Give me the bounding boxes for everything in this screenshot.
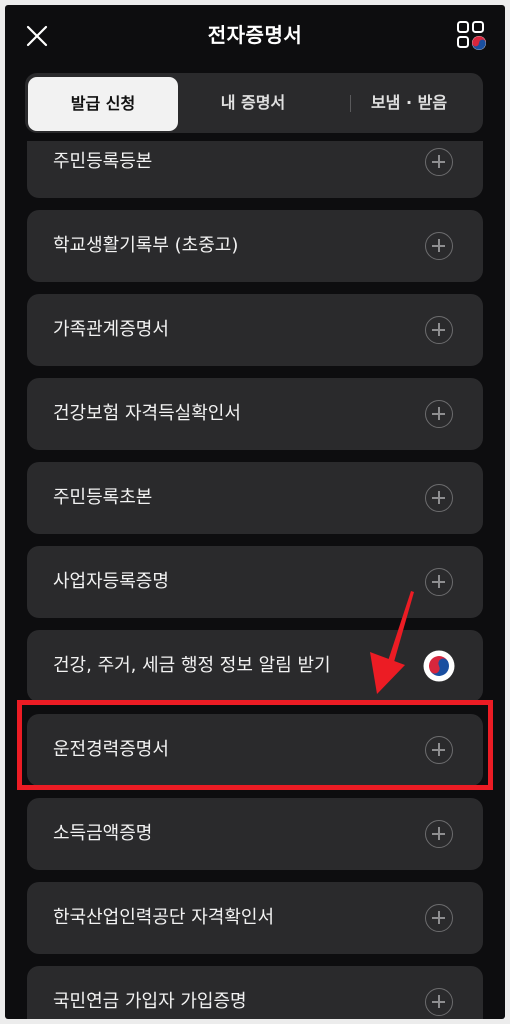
list-item-label: 건강, 주거, 세금 행정 정보 알림 받기 [53, 655, 331, 676]
list-item-label: 학교생활기록부 (초중고) [53, 235, 239, 256]
list-item-label: 건강보험 자격득실확인서 [53, 403, 241, 424]
plus-circle-icon[interactable] [425, 484, 453, 512]
list-item-business-registration[interactable]: 사업자등록증명 [27, 546, 483, 618]
app-screen: 전자증명서 발급 신청 내 증명서 보냄 · 받음 주민등록등본 학교생활기록부… [5, 5, 505, 1019]
list-item-resident-registration-abstract[interactable]: 주민등록초본 [27, 462, 483, 534]
plus-circle-icon[interactable] [425, 568, 453, 596]
plus-circle-icon[interactable] [425, 232, 453, 260]
list-item-label: 운전경력증명서 [53, 739, 169, 760]
list-item-school-record[interactable]: 학교생활기록부 (초중고) [27, 210, 483, 282]
page-title: 전자증명서 [207, 23, 303, 47]
plus-circle-icon[interactable] [425, 988, 453, 1016]
list-item-income-amount[interactable]: 소득금액증명 [27, 798, 483, 870]
tab-my-certificates[interactable]: 내 증명서 [178, 73, 328, 133]
list-item-resident-registration-copy[interactable]: 주민등록등본 [27, 141, 483, 198]
tab-bar: 발급 신청 내 증명서 보냄 · 받음 [25, 73, 483, 133]
list-item-qualification[interactable]: 한국산업인력공단 자격확인서 [27, 882, 483, 954]
header: 전자증명서 [5, 5, 505, 65]
list-item-label: 사업자등록증명 [53, 571, 169, 592]
list-item-label: 주민등록등본 [53, 151, 153, 172]
list-item-label: 소득금액증명 [53, 823, 153, 844]
list-item-family-relation[interactable]: 가족관계증명서 [27, 294, 483, 366]
plus-circle-icon[interactable] [425, 400, 453, 428]
taegeuk-icon[interactable] [423, 650, 455, 682]
tab-sent-received[interactable]: 보냄 · 받음 [335, 73, 483, 133]
list-item-label: 한국산업인력공단 자격확인서 [53, 907, 275, 928]
plus-circle-icon[interactable] [425, 820, 453, 848]
grid-menu-icon[interactable] [455, 19, 489, 53]
list-item-label: 주민등록초본 [53, 487, 153, 508]
list-item-driving-record[interactable]: 운전경력증명서 [27, 714, 483, 786]
list-item-national-pension[interactable]: 국민연금 가입자 가입증명 [27, 966, 483, 1019]
tab-issue-request[interactable]: 발급 신청 [28, 77, 178, 131]
list-item-health-insurance[interactable]: 건강보험 자격득실확인서 [27, 378, 483, 450]
list-item-admin-info-alert[interactable]: 건강, 주거, 세금 행정 정보 알림 받기 [27, 630, 483, 702]
certificate-list: 주민등록등본 학교생활기록부 (초중고) 가족관계증명서 건강보험 자격득실확인… [5, 141, 505, 1019]
plus-circle-icon[interactable] [425, 148, 453, 176]
plus-circle-icon[interactable] [425, 316, 453, 344]
list-item-label: 가족관계증명서 [53, 319, 169, 340]
plus-circle-icon[interactable] [425, 904, 453, 932]
plus-circle-icon[interactable] [425, 736, 453, 764]
list-item-label: 국민연금 가입자 가입증명 [53, 991, 247, 1012]
